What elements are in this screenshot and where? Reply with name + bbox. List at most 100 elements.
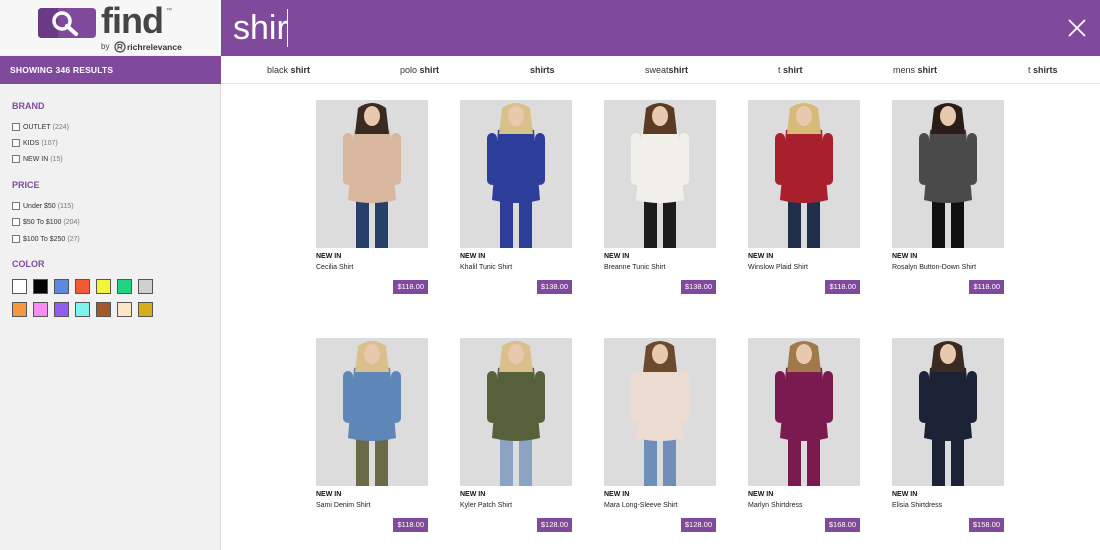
model-left-arm [487, 133, 497, 185]
model-left-arm [919, 133, 929, 185]
product-card[interactable]: NEW IN Rosalyn Button-Down Shirt $118.00 [892, 100, 1004, 300]
model-right-leg [951, 196, 964, 248]
product-image[interactable] [316, 100, 428, 248]
model-right-leg [663, 196, 676, 248]
checkbox[interactable] [12, 235, 20, 243]
price-option-under-50[interactable]: Under $50 (115) [12, 201, 74, 211]
product-name[interactable]: Breanne Tunic Shirt [604, 264, 665, 271]
brand-option-new-in[interactable]: NEW IN (15) [12, 154, 63, 164]
color-swatch-green[interactable] [117, 279, 132, 294]
product-tag: NEW IN [460, 253, 486, 260]
model-left-arm [487, 371, 497, 423]
price-option-50-to-100[interactable]: $50 To $100 (204) [12, 217, 80, 227]
product-card[interactable]: NEW IN Elisia Shirtdress $158.00 [892, 338, 1004, 538]
product-name[interactable]: Khalil Tunic Shirt [460, 264, 512, 271]
logo[interactable]: find ™ by richrelevance [0, 0, 221, 55]
product-name[interactable]: Kyler Patch Shirt [460, 502, 512, 509]
model-garment [348, 127, 396, 203]
product-name[interactable]: Elisia Shirtdress [892, 502, 942, 509]
product-card[interactable]: NEW IN Marlyn Shirtdress $168.00 [748, 338, 860, 538]
product-card[interactable]: NEW IN Sami Denim Shirt $118.00 [316, 338, 428, 538]
color-swatch-white[interactable] [12, 279, 27, 294]
product-card[interactable]: NEW IN Kyler Patch Shirt $128.00 [460, 338, 572, 538]
product-tag: NEW IN [748, 253, 774, 260]
suggestion-sweatshirt[interactable]: sweatshirt [645, 56, 688, 84]
close-icon[interactable] [1068, 19, 1086, 37]
model-right-leg [375, 196, 388, 248]
search-input[interactable] [233, 6, 1013, 50]
product-image[interactable] [460, 100, 572, 248]
product-image[interactable] [892, 338, 1004, 486]
suggestion-mens-shirt[interactable]: mens shirt [893, 56, 937, 84]
product-name[interactable]: Rosalyn Button-Down Shirt [892, 264, 976, 271]
color-swatch-blue[interactable] [54, 279, 69, 294]
product-image[interactable] [460, 338, 572, 486]
checkbox[interactable] [12, 202, 20, 210]
model-photo [748, 100, 860, 248]
color-swatch-black[interactable] [33, 279, 48, 294]
color-swatch-orange[interactable] [12, 302, 27, 317]
model-right-leg [663, 434, 676, 486]
product-tag: NEW IN [892, 491, 918, 498]
suggestion-polo-shirt[interactable]: polo shirt [400, 56, 439, 84]
model-photo [460, 338, 572, 486]
product-card[interactable]: NEW IN Winslow Plaid Shirt $118.00 [748, 100, 860, 300]
product-price: $118.00 [825, 280, 860, 294]
product-image[interactable] [604, 338, 716, 486]
color-swatch-red[interactable] [75, 279, 90, 294]
model-left-leg [356, 434, 369, 486]
color-swatch-grey[interactable] [138, 279, 153, 294]
checkbox[interactable] [12, 123, 20, 131]
color-swatch-brown[interactable] [96, 302, 111, 317]
model-right-arm [679, 133, 689, 185]
model-face [364, 344, 380, 364]
checkbox[interactable] [12, 155, 20, 163]
product-image[interactable] [892, 100, 1004, 248]
product-name[interactable]: Mara Long-Sleeve Shirt [604, 502, 678, 509]
checkbox[interactable] [12, 139, 20, 147]
product-price: $138.00 [680, 280, 716, 294]
color-swatch-purple[interactable] [54, 302, 69, 317]
product-image[interactable] [316, 338, 428, 486]
product-card[interactable]: NEW IN Cecilia Shirt $118.00 [316, 100, 428, 300]
model-garment [492, 365, 540, 441]
model-face [796, 106, 812, 126]
product-card[interactable]: NEW IN Khalil Tunic Shirt $138.00 [460, 100, 572, 300]
color-swatch-yellow[interactable] [96, 279, 111, 294]
product-card[interactable]: NEW IN Mara Long-Sleeve Shirt $128.00 [604, 338, 716, 538]
text-caret [287, 9, 288, 47]
color-swatch-gold[interactable] [138, 302, 153, 317]
model-face [652, 344, 668, 364]
checkbox[interactable] [12, 218, 20, 226]
color-swatch-aqua[interactable] [75, 302, 90, 317]
suggestion-t-shirt[interactable]: t shirt [778, 56, 803, 84]
product-price: $128.00 [536, 518, 572, 532]
product-name[interactable]: Winslow Plaid Shirt [748, 264, 808, 271]
suggestion-shirts[interactable]: shirts [530, 56, 555, 84]
product-price: $118.00 [393, 280, 428, 294]
color-swatch-pink[interactable] [33, 302, 48, 317]
model-garment [780, 127, 828, 203]
product-name[interactable]: Cecilia Shirt [316, 264, 353, 271]
color-swatch-cream[interactable] [117, 302, 132, 317]
product-image[interactable] [604, 100, 716, 248]
product-image[interactable] [748, 338, 860, 486]
model-garment [636, 127, 684, 203]
suggestion-t-shirts[interactable]: t shirts [1028, 56, 1058, 84]
product-image[interactable] [748, 100, 860, 248]
price-option-100-to-250[interactable]: $100 To $250 (27) [12, 234, 80, 244]
model-face [508, 344, 524, 364]
product-name[interactable]: Marlyn Shirtdress [748, 502, 802, 509]
model-left-leg [788, 196, 801, 248]
product-tag: NEW IN [892, 253, 918, 260]
brand-option-kids[interactable]: KIDS (107) [12, 138, 58, 148]
model-right-arm [391, 133, 401, 185]
filter-sidebar: find ™ by richrelevance SHOWING 346 RESU… [0, 0, 221, 550]
brand-option-outlet[interactable]: OUTLET (224) [12, 122, 69, 132]
product-card[interactable]: NEW IN Breanne Tunic Shirt $138.00 [604, 100, 716, 300]
model-garment [636, 365, 684, 441]
model-garment [924, 127, 972, 203]
model-garment [348, 365, 396, 441]
suggestion-black-shirt[interactable]: black shirt [267, 56, 310, 84]
product-name[interactable]: Sami Denim Shirt [316, 502, 370, 509]
